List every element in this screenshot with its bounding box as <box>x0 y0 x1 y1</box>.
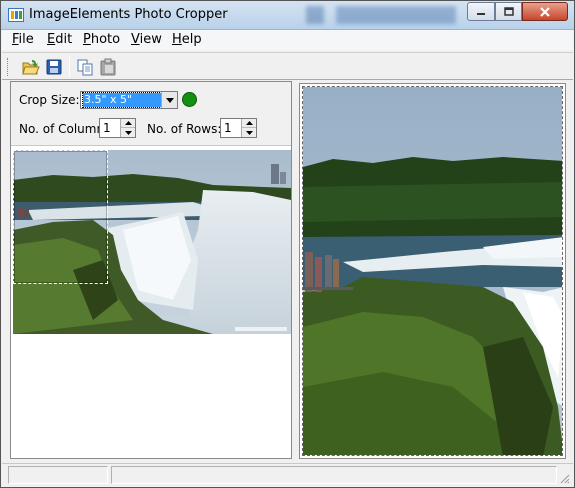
toolbar <box>2 52 573 80</box>
save-button[interactable] <box>43 56 65 78</box>
minimize-icon <box>477 12 485 15</box>
columns-spin-buttons[interactable] <box>120 119 135 137</box>
crop-preview <box>302 86 563 456</box>
rows-spin-buttons[interactable] <box>241 119 256 137</box>
status-bar <box>2 463 573 486</box>
save-icon <box>46 59 62 75</box>
rows-down-button[interactable] <box>242 128 256 137</box>
maximize-icon <box>503 7 514 16</box>
crop-controls: Crop Size: 3.5" x 5" No. of Columns: 1 N… <box>11 82 291 146</box>
columns-down-button[interactable] <box>121 128 135 137</box>
preview-panel <box>299 83 566 459</box>
arrow-up-icon <box>124 121 132 125</box>
app-window: ImageElements Photo Cropper File Edit Ph… <box>0 0 575 488</box>
rows-label: No. of Rows: <box>147 122 222 136</box>
copy-icon <box>77 59 93 76</box>
menu-bar: File Edit Photo View Help <box>2 30 573 50</box>
columns-stepper[interactable]: 1 <box>99 118 136 138</box>
rows-stepper[interactable]: 1 <box>220 118 257 138</box>
status-indicator <box>182 92 197 107</box>
status-pane-1 <box>8 466 108 484</box>
paste-icon <box>100 58 116 76</box>
open-button[interactable] <box>20 56 42 78</box>
crop-selection-box[interactable] <box>13 150 108 284</box>
resize-grip-icon[interactable] <box>558 472 570 484</box>
close-icon <box>540 6 550 17</box>
toolbar-grip[interactable] <box>7 58 10 76</box>
chevron-down-icon <box>165 97 174 103</box>
close-button[interactable] <box>522 2 568 21</box>
background-window-blur <box>306 6 456 24</box>
menu-photo[interactable]: Photo <box>83 32 120 47</box>
toolbar-separator <box>69 57 70 77</box>
source-panel: Crop Size: 3.5" x 5" No. of Columns: 1 N… <box>10 81 292 459</box>
menu-file[interactable]: File <box>12 32 34 47</box>
menu-help[interactable]: Help <box>172 32 202 47</box>
source-photo[interactable] <box>13 150 291 334</box>
rows-up-button[interactable] <box>242 119 256 128</box>
title-bar[interactable]: ImageElements Photo Cropper <box>1 1 574 30</box>
crop-size-label: Crop Size: <box>19 93 80 107</box>
dropdown-button[interactable] <box>161 92 177 108</box>
paste-button[interactable] <box>97 56 119 78</box>
copy-button[interactable] <box>74 56 96 78</box>
menu-edit[interactable]: Edit <box>47 32 72 47</box>
columns-up-button[interactable] <box>121 119 135 128</box>
maximize-button[interactable] <box>495 2 522 21</box>
app-icon <box>8 8 24 22</box>
minimize-button[interactable] <box>467 2 495 21</box>
arrow-down-icon <box>245 130 253 135</box>
window-title: ImageElements Photo Cropper <box>29 7 228 22</box>
cropped-photo <box>303 87 562 455</box>
columns-value: 1 <box>103 121 111 135</box>
arrow-down-icon <box>124 130 132 135</box>
crop-size-select[interactable]: 3.5" x 5" <box>80 91 178 109</box>
status-pane-2 <box>111 466 557 484</box>
arrow-up-icon <box>245 121 253 125</box>
rows-value: 1 <box>224 121 232 135</box>
open-icon <box>22 60 40 75</box>
crop-size-value: 3.5" x 5" <box>82 92 162 108</box>
menu-view[interactable]: View <box>131 32 162 47</box>
